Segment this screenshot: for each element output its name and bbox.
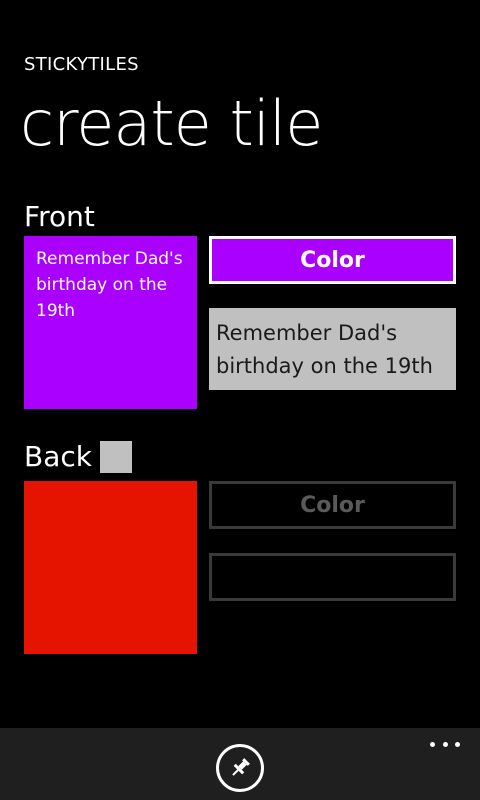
back-text-input[interactable] <box>209 553 456 601</box>
front-text-input[interactable]: Remember Dad's birthday on the 19th <box>209 308 456 390</box>
back-enable-checkbox[interactable] <box>100 441 132 473</box>
app-title: STICKYTILES <box>24 54 139 75</box>
front-color-button-label: Color <box>300 247 365 273</box>
pin-icon <box>232 758 250 776</box>
front-tile-preview: Remember Dad's birthday on the 19th <box>24 236 197 409</box>
back-section-label: Back <box>24 440 92 473</box>
more-dot <box>455 741 460 747</box>
front-tile-text: Remember Dad's birthday on the 19th <box>36 249 183 321</box>
back-tile-preview <box>24 481 197 654</box>
front-color-button[interactable]: Color <box>209 236 456 284</box>
pin-button[interactable] <box>216 744 264 792</box>
app-bar <box>0 728 480 800</box>
more-dot <box>430 741 435 747</box>
more-icon[interactable] <box>430 740 460 748</box>
back-color-button[interactable]: Color <box>209 481 456 529</box>
front-text-value: Remember Dad's birthday on the 19th <box>216 321 433 378</box>
page-title: create tile <box>20 87 323 160</box>
more-dot <box>442 741 448 747</box>
front-section-label: Front <box>24 200 95 233</box>
back-color-button-label: Color <box>300 492 365 518</box>
